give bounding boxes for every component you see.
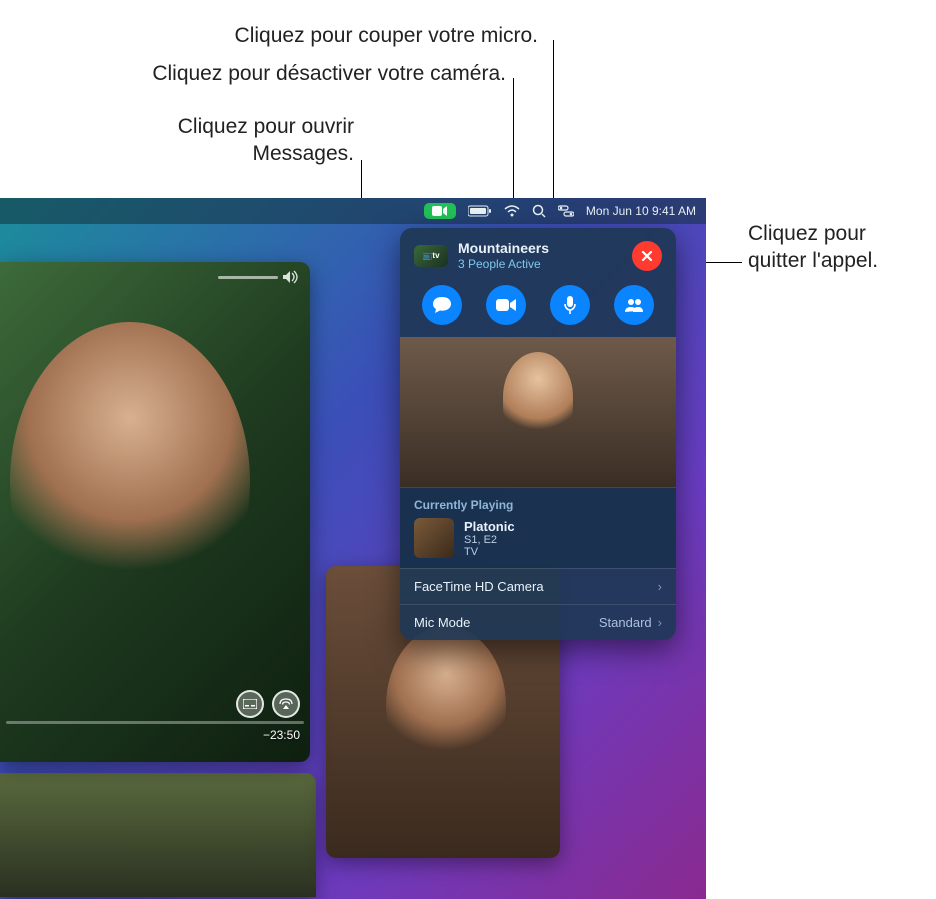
volume-indicator [218,270,300,284]
facetime-status-pill[interactable] [424,203,456,219]
camera-select-row[interactable]: FaceTime HD Camera › [400,568,676,604]
facetime-icon [432,205,448,217]
media-title: Platonic [464,519,515,534]
call-title: Mountaineers [458,240,549,256]
self-preview-video[interactable] [400,337,676,487]
mic-mode-label: Mic Mode [414,615,470,630]
battery-icon[interactable] [468,205,492,217]
callout-line: quitter l'appel. [748,249,878,272]
control-center-icon[interactable] [558,205,574,217]
wifi-icon[interactable] [504,205,520,217]
callout-line: Cliquez pour ouvrir [178,115,354,138]
media-episode: S1, E2 [464,534,515,546]
airplay-button[interactable] [272,690,300,718]
shareplay-icon [623,297,645,313]
hud-button-row [400,279,676,337]
callout-open-messages: Cliquez pour ouvrir Messages. [124,113,354,168]
media-thumbnail [414,518,454,558]
mic-mode-value: Standard [599,615,652,630]
camera-toggle-button[interactable] [486,285,526,325]
subtitles-button[interactable] [236,690,264,718]
mic-mode-row[interactable]: Mic Mode Standard › [400,604,676,640]
shareplay-video-player[interactable]: −23:50 [0,262,310,762]
desktop-background: Mon Jun 10 9:41 AM −23:50 📺tv [0,198,706,899]
chevron-right-icon: › [658,615,662,630]
currently-playing-section: Currently Playing Platonic S1, E2 TV [400,487,676,568]
shareplay-button[interactable] [614,285,654,325]
messages-button[interactable] [422,285,462,325]
call-subtitle: 3 People Active [458,257,549,271]
currently-playing-label: Currently Playing [414,498,662,512]
mic-toggle-button[interactable] [550,285,590,325]
playback-progress[interactable] [6,721,304,724]
chevron-right-icon: › [658,579,662,594]
video-icon [495,298,517,312]
callout-line: Messages. [252,142,354,165]
time-remaining: −23:50 [263,728,300,742]
leave-call-button[interactable] [632,241,662,271]
facetime-hud-panel: 📺tv Mountaineers 3 People Active [400,228,676,640]
menu-bar: Mon Jun 10 9:41 AM [0,198,706,224]
callout-leave-call: Cliquez pour quitter l'appel. [748,220,928,275]
spotlight-icon[interactable] [532,204,546,218]
microphone-icon [563,295,577,315]
callout-disable-camera: Cliquez pour désactiver votre caméra. [8,60,506,87]
callout-mute-mic: Cliquez pour couper votre micro. [118,22,538,49]
group-avatar: 📺tv [414,245,448,267]
media-source: TV [464,546,515,558]
messages-icon [432,296,452,314]
hud-header: 📺tv Mountaineers 3 People Active [400,228,676,279]
camera-row-label: FaceTime HD Camera [414,579,544,594]
callout-line: Cliquez pour [748,222,866,245]
video-tile [0,773,316,897]
menubar-datetime[interactable]: Mon Jun 10 9:41 AM [586,204,696,218]
close-icon [640,249,654,263]
